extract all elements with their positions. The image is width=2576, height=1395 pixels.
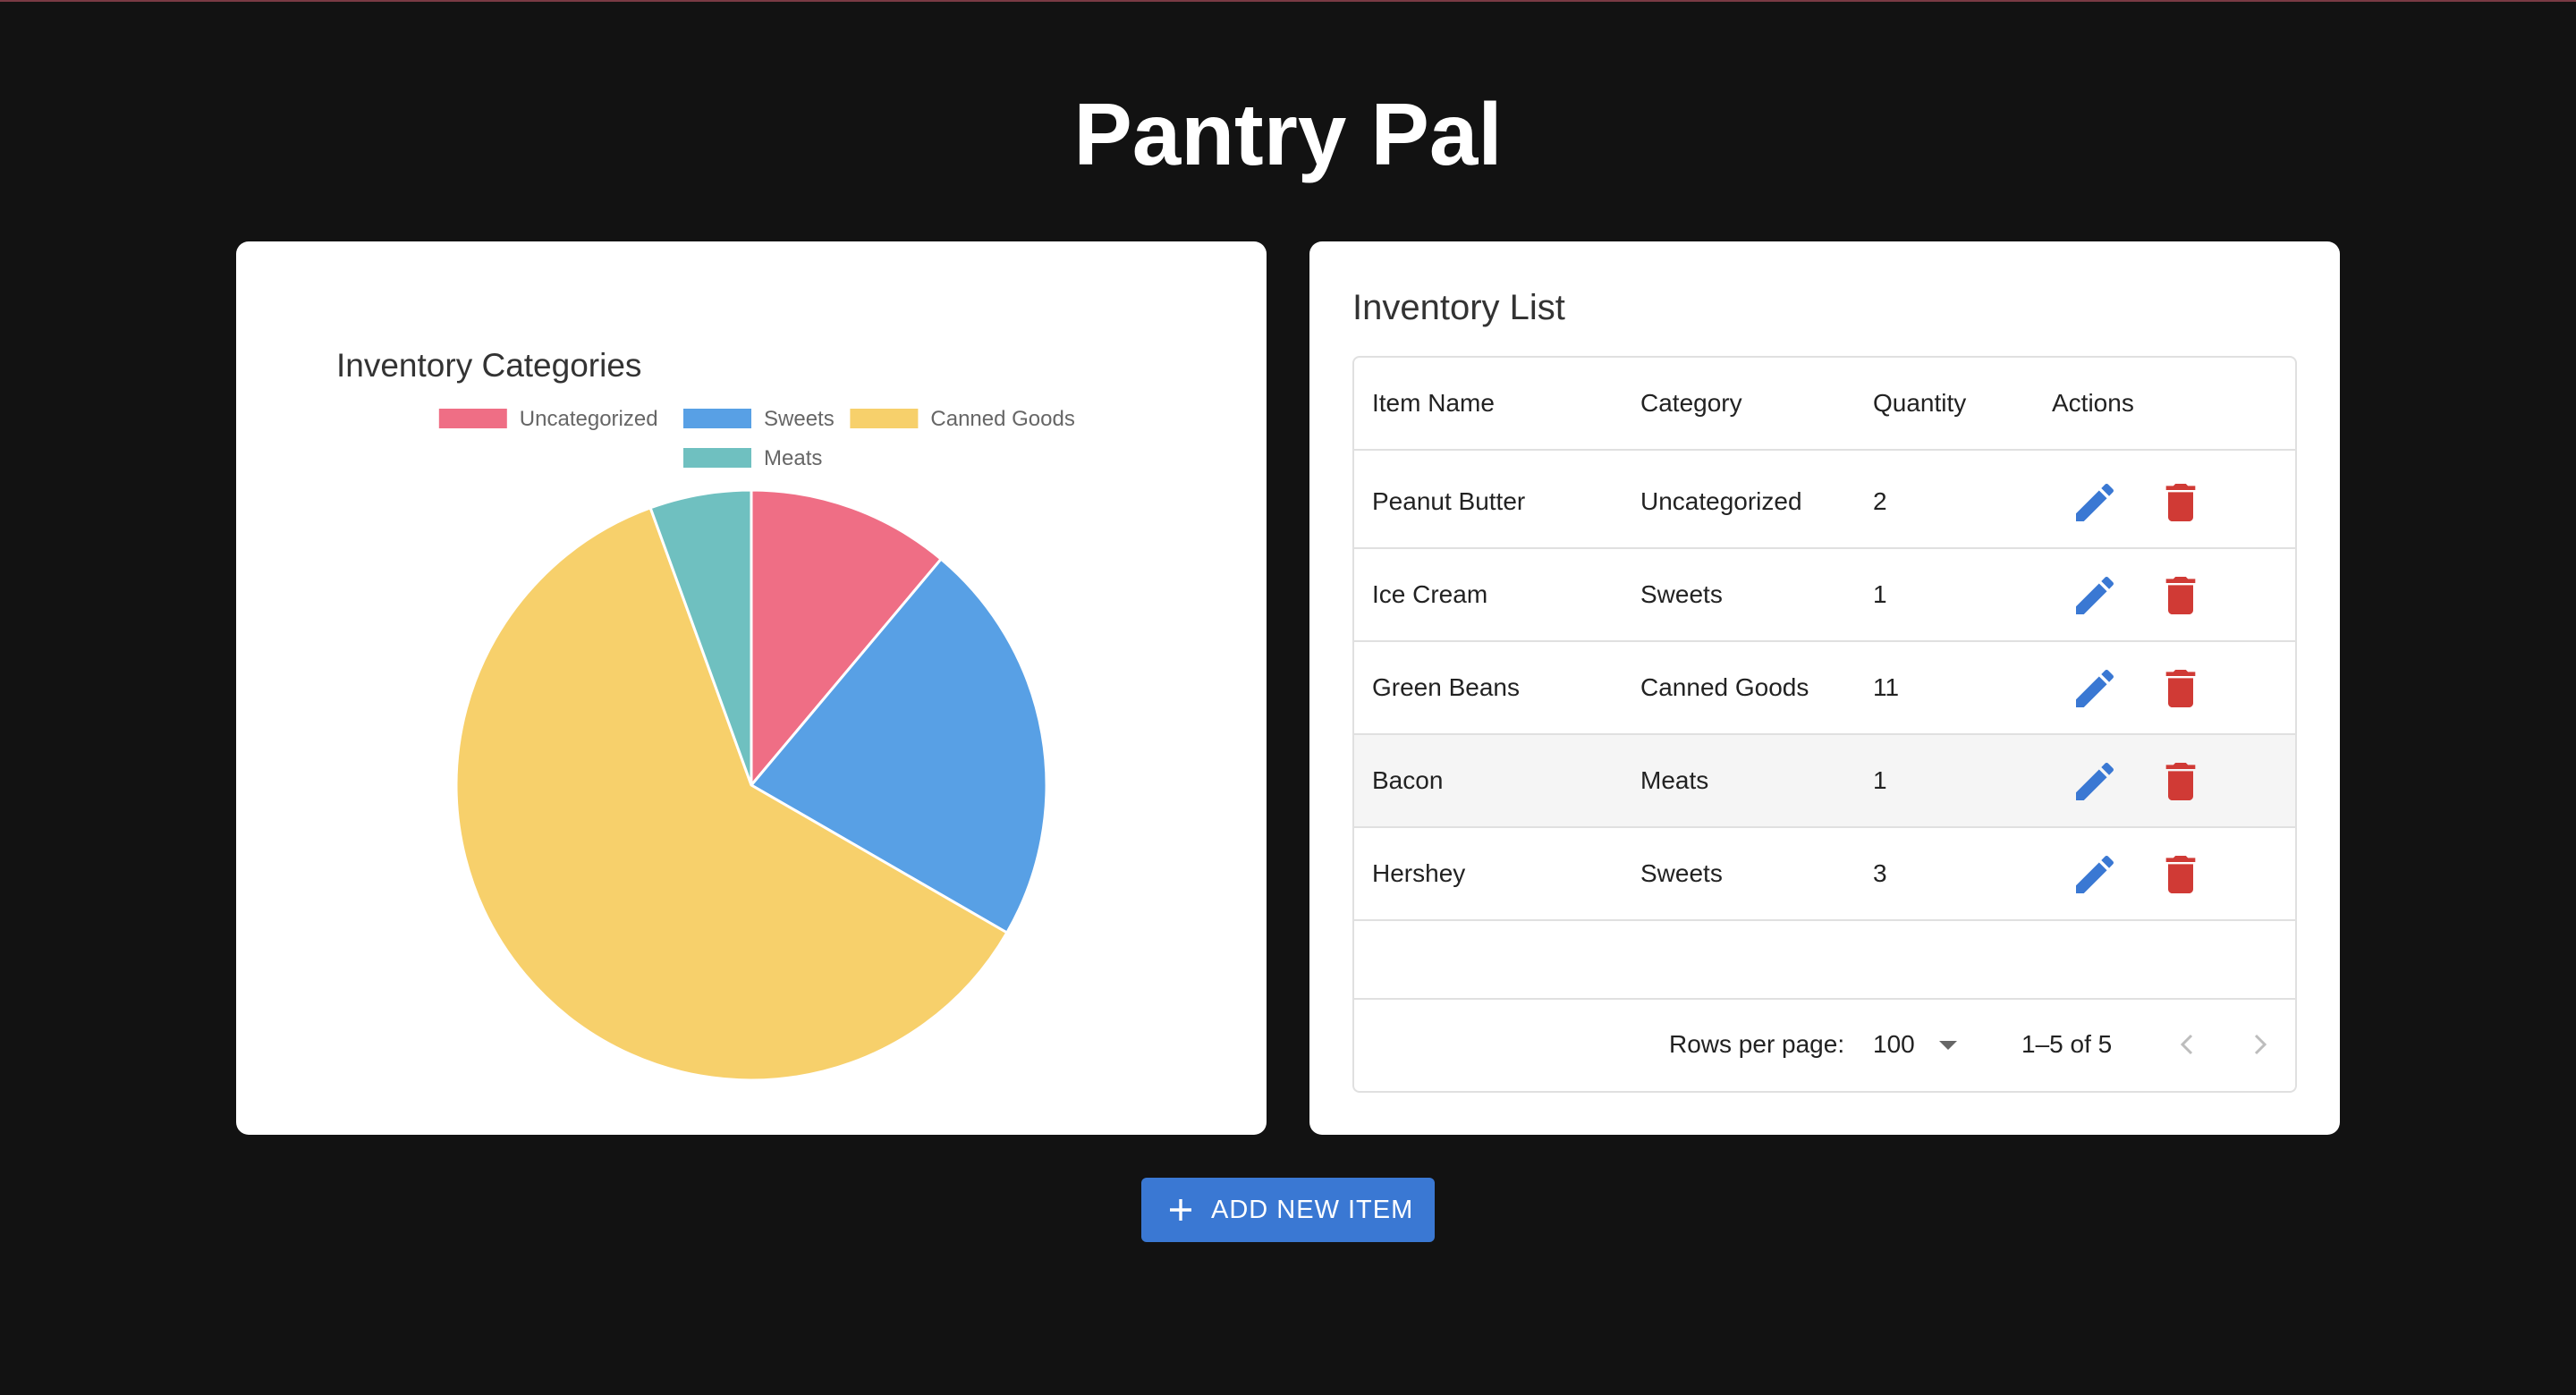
item-category-cell: Meats	[1640, 766, 1709, 794]
item-category-cell: Canned Goods	[1640, 673, 1809, 701]
item-name-cell: Ice Cream	[1372, 580, 1488, 608]
item-quantity-cell: 1	[1873, 580, 1887, 608]
chevron-left-icon	[2180, 1034, 2193, 1055]
legend-label[interactable]: Uncategorized	[520, 407, 658, 431]
add-new-item-button[interactable]: ADD NEW ITEM	[1141, 1178, 1435, 1242]
legend-label[interactable]: Sweets	[764, 407, 835, 431]
chevron-right-icon	[2254, 1034, 2267, 1055]
inventory-table: Item Name Category Quantity Actions Pean…	[1352, 356, 2297, 1093]
edit-button[interactable]	[2070, 478, 2120, 528]
trash-icon	[2165, 763, 2196, 800]
edit-button[interactable]	[2070, 757, 2120, 807]
legend-swatch[interactable]	[438, 409, 507, 428]
pie-slices	[454, 488, 1048, 1082]
item-name-cell: Green Beans	[1372, 673, 1520, 701]
table-row[interactable]: Peanut Butter Uncategorized 2	[1354, 456, 2295, 549]
delete-button[interactable]	[2156, 571, 2206, 621]
pencil-icon	[2076, 483, 2114, 521]
column-header-actions: Actions	[2052, 389, 2134, 417]
legend-label[interactable]: Meats	[764, 446, 822, 470]
trash-icon	[2165, 670, 2196, 707]
table-pagination: Rows per page: 100 1–5 of 5	[1354, 998, 2295, 1091]
item-name-cell: Hershey	[1372, 859, 1466, 887]
next-page-button[interactable]	[2234, 1019, 2284, 1070]
pie-chart: Inventory Categories Uncategorized Sweets…	[336, 347, 1075, 1082]
chart-title: Inventory Categories	[336, 347, 641, 384]
item-category-cell: Uncategorized	[1640, 487, 1802, 515]
edit-button[interactable]	[2070, 850, 2120, 900]
table-row[interactable]: Bacon Meats 1	[1354, 735, 2295, 828]
item-category-cell: Sweets	[1640, 859, 1723, 887]
column-header-item-name[interactable]: Item Name	[1372, 358, 1495, 449]
plus-icon	[1170, 1199, 1191, 1221]
previous-page-button[interactable]	[2163, 1019, 2213, 1070]
legend-label[interactable]: Canned Goods	[930, 407, 1074, 431]
page-range: 1–5 of 5	[2021, 1030, 2113, 1058]
rows-per-page-label: Rows per page:	[1669, 1030, 1845, 1058]
edit-button[interactable]	[2070, 571, 2120, 621]
item-quantity-cell: 11	[1873, 673, 1900, 701]
trash-icon	[2165, 484, 2196, 521]
legend-swatch[interactable]	[850, 409, 919, 428]
legend-swatch[interactable]	[683, 409, 751, 428]
rows-per-page-select[interactable]: 100	[1873, 998, 1915, 1091]
table-row[interactable]: Green Beans Canned Goods 11	[1354, 642, 2295, 735]
pencil-icon	[2076, 762, 2114, 800]
item-name-cell: Bacon	[1372, 766, 1444, 794]
table-row[interactable]: Ice Cream Sweets 1	[1354, 549, 2295, 642]
trash-icon	[2165, 577, 2196, 614]
trash-icon	[2165, 856, 2196, 893]
delete-button[interactable]	[2156, 664, 2206, 714]
pencil-icon	[2076, 855, 2114, 893]
item-quantity-cell: 1	[1873, 766, 1887, 794]
chart-card: Inventory Categories Uncategorized Sweets…	[236, 241, 1267, 1135]
pencil-icon	[2076, 576, 2114, 614]
item-name-cell: Peanut Butter	[1372, 487, 1526, 515]
table-header-row: Item Name Category Quantity Actions	[1354, 358, 2295, 451]
edit-button[interactable]	[2070, 664, 2120, 714]
delete-button[interactable]	[2156, 850, 2206, 900]
column-header-category[interactable]: Category	[1640, 358, 1742, 449]
column-header-quantity[interactable]: Quantity	[1873, 358, 1966, 449]
inventory-title: Inventory List	[1352, 288, 1565, 327]
item-quantity-cell: 2	[1873, 487, 1887, 515]
pencil-icon	[2076, 669, 2114, 707]
inventory-card: Inventory List Item Name Category Quanti…	[1309, 241, 2340, 1135]
top-border	[0, 0, 2576, 2]
caret-down-icon[interactable]	[1937, 1039, 1959, 1052]
legend-swatch[interactable]	[683, 448, 751, 468]
item-category-cell: Sweets	[1640, 580, 1723, 608]
item-quantity-cell: 3	[1873, 859, 1887, 887]
app-title: Pantry Pal	[1073, 85, 1503, 183]
add-new-item-label: ADD NEW ITEM	[1211, 1196, 1414, 1224]
chart-legend: Uncategorized Sweets Canned Goods Meats	[438, 407, 1075, 470]
table-row[interactable]: Hershey Sweets 3	[1354, 828, 2295, 921]
delete-button[interactable]	[2156, 478, 2206, 528]
delete-button[interactable]	[2156, 757, 2206, 807]
